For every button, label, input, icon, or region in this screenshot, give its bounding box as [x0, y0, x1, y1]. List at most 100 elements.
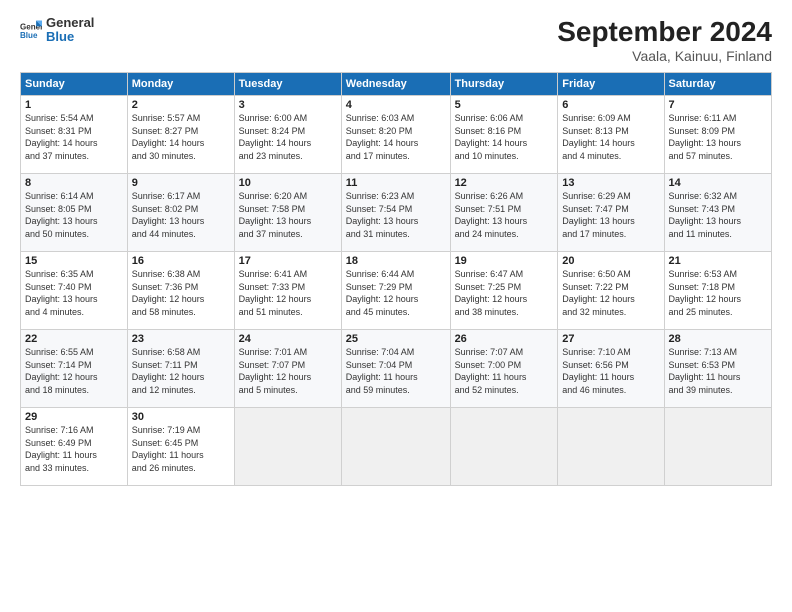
- table-row: [450, 408, 558, 486]
- day-number: 29: [25, 411, 123, 423]
- table-row: 3Sunrise: 6:00 AM Sunset: 8:24 PM Daylig…: [234, 96, 341, 174]
- day-number: 22: [25, 333, 123, 345]
- calendar-page: General Blue General Blue September 2024…: [0, 0, 792, 612]
- table-row: [234, 408, 341, 486]
- table-row: 22Sunrise: 6:55 AM Sunset: 7:14 PM Dayli…: [21, 330, 128, 408]
- logo-icon: General Blue: [20, 19, 42, 41]
- calendar-header-row: Sunday Monday Tuesday Wednesday Thursday…: [21, 73, 772, 96]
- header: General Blue General Blue September 2024…: [20, 16, 772, 64]
- col-monday: Monday: [127, 73, 234, 96]
- table-row: 26Sunrise: 7:07 AM Sunset: 7:00 PM Dayli…: [450, 330, 558, 408]
- table-row: 30Sunrise: 7:19 AM Sunset: 6:45 PM Dayli…: [127, 408, 234, 486]
- day-number: 12: [455, 177, 554, 189]
- col-sunday: Sunday: [21, 73, 128, 96]
- table-row: 5Sunrise: 6:06 AM Sunset: 8:16 PM Daylig…: [450, 96, 558, 174]
- table-row: [558, 408, 664, 486]
- day-info: Sunrise: 7:13 AM Sunset: 6:53 PM Dayligh…: [669, 346, 767, 396]
- day-number: 30: [132, 411, 230, 423]
- table-row: 15Sunrise: 6:35 AM Sunset: 7:40 PM Dayli…: [21, 252, 128, 330]
- calendar-subtitle: Vaala, Kainuu, Finland: [557, 48, 772, 64]
- day-info: Sunrise: 7:10 AM Sunset: 6:56 PM Dayligh…: [562, 346, 659, 396]
- day-info: Sunrise: 7:01 AM Sunset: 7:07 PM Dayligh…: [239, 346, 337, 396]
- table-row: 12Sunrise: 6:26 AM Sunset: 7:51 PM Dayli…: [450, 174, 558, 252]
- table-row: 4Sunrise: 6:03 AM Sunset: 8:20 PM Daylig…: [341, 96, 450, 174]
- day-number: 21: [669, 255, 767, 267]
- day-info: Sunrise: 6:17 AM Sunset: 8:02 PM Dayligh…: [132, 190, 230, 240]
- day-number: 25: [346, 333, 446, 345]
- day-info: Sunrise: 6:53 AM Sunset: 7:18 PM Dayligh…: [669, 268, 767, 318]
- col-wednesday: Wednesday: [341, 73, 450, 96]
- table-row: 18Sunrise: 6:44 AM Sunset: 7:29 PM Dayli…: [341, 252, 450, 330]
- day-number: 13: [562, 177, 659, 189]
- col-tuesday: Tuesday: [234, 73, 341, 96]
- day-number: 6: [562, 99, 659, 111]
- table-row: 27Sunrise: 7:10 AM Sunset: 6:56 PM Dayli…: [558, 330, 664, 408]
- day-info: Sunrise: 6:41 AM Sunset: 7:33 PM Dayligh…: [239, 268, 337, 318]
- day-info: Sunrise: 6:47 AM Sunset: 7:25 PM Dayligh…: [455, 268, 554, 318]
- day-info: Sunrise: 6:09 AM Sunset: 8:13 PM Dayligh…: [562, 112, 659, 162]
- table-row: 29Sunrise: 7:16 AM Sunset: 6:49 PM Dayli…: [21, 408, 128, 486]
- table-row: 11Sunrise: 6:23 AM Sunset: 7:54 PM Dayli…: [341, 174, 450, 252]
- calendar-title: September 2024: [557, 16, 772, 48]
- day-number: 14: [669, 177, 767, 189]
- table-row: 23Sunrise: 6:58 AM Sunset: 7:11 PM Dayli…: [127, 330, 234, 408]
- table-row: 17Sunrise: 6:41 AM Sunset: 7:33 PM Dayli…: [234, 252, 341, 330]
- logo-general-text: General: [46, 16, 94, 30]
- day-info: Sunrise: 6:03 AM Sunset: 8:20 PM Dayligh…: [346, 112, 446, 162]
- day-info: Sunrise: 6:50 AM Sunset: 7:22 PM Dayligh…: [562, 268, 659, 318]
- day-number: 27: [562, 333, 659, 345]
- table-row: [664, 408, 771, 486]
- day-info: Sunrise: 5:54 AM Sunset: 8:31 PM Dayligh…: [25, 112, 123, 162]
- day-number: 24: [239, 333, 337, 345]
- day-info: Sunrise: 7:16 AM Sunset: 6:49 PM Dayligh…: [25, 424, 123, 474]
- day-info: Sunrise: 6:29 AM Sunset: 7:47 PM Dayligh…: [562, 190, 659, 240]
- day-number: 1: [25, 99, 123, 111]
- day-info: Sunrise: 6:38 AM Sunset: 7:36 PM Dayligh…: [132, 268, 230, 318]
- day-info: Sunrise: 6:11 AM Sunset: 8:09 PM Dayligh…: [669, 112, 767, 162]
- day-number: 11: [346, 177, 446, 189]
- day-number: 17: [239, 255, 337, 267]
- day-info: Sunrise: 6:14 AM Sunset: 8:05 PM Dayligh…: [25, 190, 123, 240]
- day-number: 28: [669, 333, 767, 345]
- day-number: 5: [455, 99, 554, 111]
- logo-blue-text: Blue: [46, 30, 94, 44]
- table-row: 7Sunrise: 6:11 AM Sunset: 8:09 PM Daylig…: [664, 96, 771, 174]
- table-row: 1Sunrise: 5:54 AM Sunset: 8:31 PM Daylig…: [21, 96, 128, 174]
- title-block: September 2024 Vaala, Kainuu, Finland: [557, 16, 772, 64]
- day-info: Sunrise: 6:44 AM Sunset: 7:29 PM Dayligh…: [346, 268, 446, 318]
- table-row: 8Sunrise: 6:14 AM Sunset: 8:05 PM Daylig…: [21, 174, 128, 252]
- calendar-table: Sunday Monday Tuesday Wednesday Thursday…: [20, 72, 772, 486]
- day-info: Sunrise: 6:00 AM Sunset: 8:24 PM Dayligh…: [239, 112, 337, 162]
- day-info: Sunrise: 6:35 AM Sunset: 7:40 PM Dayligh…: [25, 268, 123, 318]
- day-info: Sunrise: 6:32 AM Sunset: 7:43 PM Dayligh…: [669, 190, 767, 240]
- table-row: 16Sunrise: 6:38 AM Sunset: 7:36 PM Dayli…: [127, 252, 234, 330]
- day-number: 9: [132, 177, 230, 189]
- table-row: [341, 408, 450, 486]
- day-info: Sunrise: 6:58 AM Sunset: 7:11 PM Dayligh…: [132, 346, 230, 396]
- col-saturday: Saturday: [664, 73, 771, 96]
- day-number: 2: [132, 99, 230, 111]
- day-number: 8: [25, 177, 123, 189]
- day-info: Sunrise: 7:04 AM Sunset: 7:04 PM Dayligh…: [346, 346, 446, 396]
- table-row: 24Sunrise: 7:01 AM Sunset: 7:07 PM Dayli…: [234, 330, 341, 408]
- table-row: 6Sunrise: 6:09 AM Sunset: 8:13 PM Daylig…: [558, 96, 664, 174]
- day-number: 19: [455, 255, 554, 267]
- col-friday: Friday: [558, 73, 664, 96]
- day-number: 26: [455, 333, 554, 345]
- day-number: 3: [239, 99, 337, 111]
- day-info: Sunrise: 6:23 AM Sunset: 7:54 PM Dayligh…: [346, 190, 446, 240]
- col-thursday: Thursday: [450, 73, 558, 96]
- day-info: Sunrise: 7:19 AM Sunset: 6:45 PM Dayligh…: [132, 424, 230, 474]
- table-row: 9Sunrise: 6:17 AM Sunset: 8:02 PM Daylig…: [127, 174, 234, 252]
- day-number: 7: [669, 99, 767, 111]
- table-row: 13Sunrise: 6:29 AM Sunset: 7:47 PM Dayli…: [558, 174, 664, 252]
- day-number: 23: [132, 333, 230, 345]
- table-row: 20Sunrise: 6:50 AM Sunset: 7:22 PM Dayli…: [558, 252, 664, 330]
- table-row: 10Sunrise: 6:20 AM Sunset: 7:58 PM Dayli…: [234, 174, 341, 252]
- day-number: 20: [562, 255, 659, 267]
- table-row: 25Sunrise: 7:04 AM Sunset: 7:04 PM Dayli…: [341, 330, 450, 408]
- day-info: Sunrise: 5:57 AM Sunset: 8:27 PM Dayligh…: [132, 112, 230, 162]
- day-number: 15: [25, 255, 123, 267]
- table-row: 19Sunrise: 6:47 AM Sunset: 7:25 PM Dayli…: [450, 252, 558, 330]
- day-number: 10: [239, 177, 337, 189]
